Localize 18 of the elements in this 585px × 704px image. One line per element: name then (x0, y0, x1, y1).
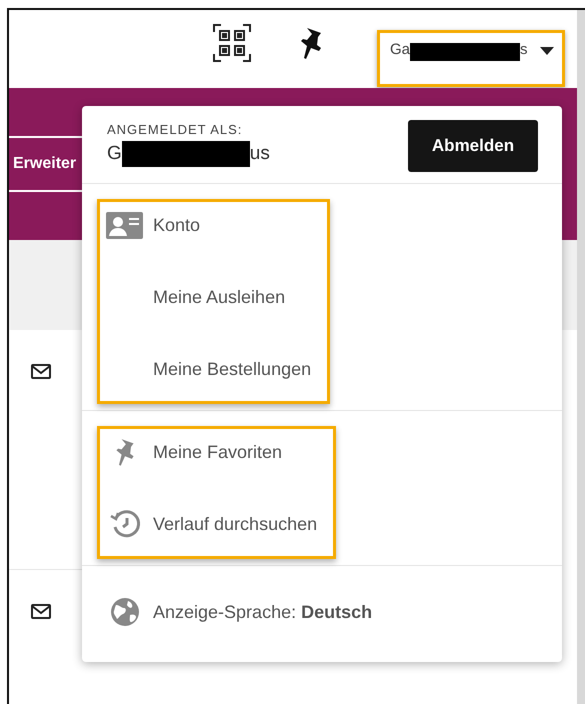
user-name: G us (107, 140, 270, 168)
mail-icon[interactable] (31, 604, 51, 620)
menu-item[interactable]: Konto (106, 205, 312, 245)
qr-code-icon[interactable] (213, 24, 251, 62)
menu-item[interactable]: Meine Ausleihen (106, 277, 312, 317)
menu-item[interactable]: Verlauf durchsuchen (106, 504, 318, 544)
scrollbar[interactable] (577, 10, 585, 704)
globe-icon (110, 597, 140, 627)
history-icon (110, 510, 140, 538)
menu-item[interactable]: Anzeige-Sprache: Deutsch (106, 592, 372, 632)
user-menu-button[interactable]: Ga s (377, 30, 565, 87)
mail-icon[interactable] (31, 364, 51, 380)
signed-in-label: ANGEMELDET ALS: (107, 121, 244, 139)
caret-icon[interactable] (540, 47, 554, 55)
id-card-icon (106, 212, 143, 238)
logout-button[interactable]: Abmelden (408, 120, 538, 172)
menu-item[interactable]: Meine Bestellungen (106, 349, 312, 389)
menu-item[interactable]: Meine Favoriten (106, 432, 318, 472)
